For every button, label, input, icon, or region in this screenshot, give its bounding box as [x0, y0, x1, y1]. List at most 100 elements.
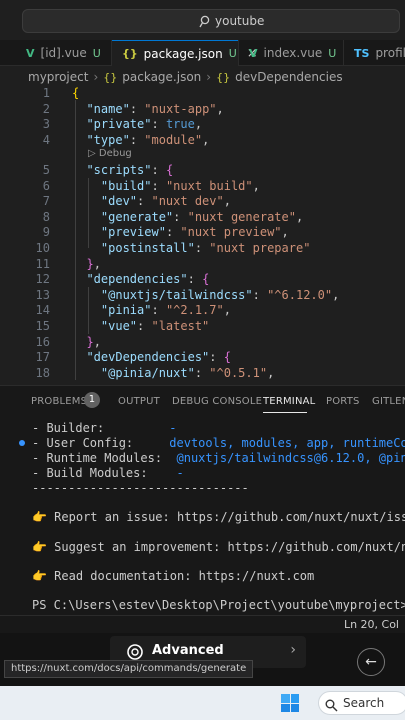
- line-number: 6: [42, 178, 50, 193]
- terminal-value: devtools, modules, app, runtimeConfig, c…: [169, 436, 405, 450]
- json-value: "^0.5.1": [209, 365, 268, 380]
- line-number: 9: [42, 225, 50, 240]
- tab-problems[interactable]: PROBLEMS: [31, 396, 87, 407]
- json-key: "build": [100, 178, 152, 193]
- json-key: "pinia": [100, 303, 152, 318]
- json-key: "scripts": [86, 163, 152, 177]
- taskbar-search[interactable]: Search: [318, 691, 405, 715]
- tab-ports[interactable]: PORTS: [326, 396, 360, 407]
- tab-profile[interactable]: TS profile.: [344, 40, 405, 66]
- chevron-right-icon: ›: [206, 70, 212, 84]
- terminal-value: -: [176, 466, 184, 480]
- command-center-text: youtube: [215, 14, 265, 28]
- line-number: 17: [35, 350, 50, 365]
- play-icon: ▷: [88, 148, 99, 159]
- taskbar-search-text: Search: [343, 696, 385, 710]
- json-value: "module": [144, 132, 203, 147]
- command-center-search[interactable]: youtube: [22, 9, 400, 33]
- tab-label: index.vue: [263, 46, 323, 60]
- json-value: "^6.12.0": [267, 287, 333, 302]
- vue-file-icon: V: [26, 46, 35, 60]
- line-number: 7: [42, 194, 50, 209]
- json-key: "devDependencies": [86, 350, 210, 365]
- json-key: "name": [86, 101, 130, 116]
- json-value: true: [165, 117, 195, 132]
- tab-label: profile.: [375, 46, 405, 60]
- link-url-tooltip: https://nuxt.com/docs/api/commands/gener…: [4, 660, 254, 678]
- json-value: "nuxt dev": [151, 194, 224, 209]
- debug-label: Debug: [98, 148, 132, 159]
- json-key: "private": [86, 117, 152, 132]
- terminal-divider: ------------------------------: [32, 481, 249, 495]
- terminal-label: - Runtime Modules:: [32, 451, 163, 465]
- terminal-report-line: 👉 Report an issue: https://github.com/nu…: [32, 510, 405, 524]
- terminal-command-marker[interactable]: [19, 440, 25, 446]
- terminal-docs-line: 👉 Read documentation: https://nuxt.com: [32, 569, 315, 583]
- json-file-icon: {}: [122, 47, 138, 60]
- tab-index-vue[interactable]: V index.vue U: [239, 40, 343, 66]
- json-key: "generate": [100, 209, 174, 224]
- json-value: "latest": [151, 319, 210, 333]
- line-number: 15: [35, 319, 50, 333]
- json-file-icon: {}: [103, 70, 118, 84]
- line-number: 11: [35, 256, 50, 271]
- cursor-position[interactable]: Ln 20, Col: [344, 618, 399, 631]
- panel-tab-bar: PROBLEMS 1 OUTPUT DEBUG CONSOLE TERMINAL…: [0, 385, 405, 415]
- json-value: "nuxt prepare": [209, 241, 311, 255]
- json-value: "nuxt preview": [180, 225, 282, 240]
- vue-file-icon: V: [249, 46, 258, 60]
- json-key: "vue": [100, 319, 138, 333]
- untracked-badge: U: [92, 46, 101, 60]
- json-value: "nuxt build": [165, 178, 253, 193]
- tab-debug-console[interactable]: DEBUG CONSOLE: [172, 396, 262, 407]
- object-symbol-icon: {}: [216, 70, 231, 84]
- json-value: "^2.1.7": [165, 303, 224, 318]
- line-number: 8: [42, 209, 50, 224]
- title-bar: youtube: [0, 0, 405, 40]
- windows-start-icon[interactable]: [281, 694, 299, 712]
- tab-package-json[interactable]: {} package.json U ×: [112, 40, 258, 66]
- windows-taskbar: Search: [0, 686, 405, 720]
- line-number: 18: [35, 365, 50, 380]
- line-number: 12: [35, 272, 50, 287]
- terminal-label: - Build Modules:: [32, 466, 148, 480]
- editor-tab-bar: V [id].vue U {} package.json U × V index…: [0, 40, 405, 66]
- breadcrumb-folder[interactable]: myproject: [28, 70, 88, 84]
- tab-id-vue[interactable]: V [id].vue U: [16, 40, 111, 66]
- debug-codelens[interactable]: ▷ Debug: [88, 148, 132, 159]
- terminal[interactable]: - Builder: - - User Config: devtools, mo…: [0, 415, 405, 615]
- breadcrumb-file[interactable]: package.json: [122, 70, 201, 84]
- tab-output[interactable]: OUTPUT: [118, 396, 160, 407]
- typescript-file-icon: TS: [354, 46, 370, 60]
- tab-label: [id].vue: [40, 46, 87, 60]
- untracked-badge: U: [328, 46, 337, 60]
- line-number: 13: [35, 287, 50, 302]
- terminal-suggest-line: 👉 Suggest an improvement: https://github…: [32, 540, 405, 554]
- search-icon: [325, 697, 338, 716]
- arrow-left-icon: ←: [365, 654, 377, 670]
- line-number: 14: [35, 303, 50, 318]
- back-button[interactable]: ←: [357, 648, 385, 676]
- terminal-prompt: PS C:\Users\estev\Desktop\Project\youtub…: [32, 598, 405, 612]
- line-number: 4: [42, 132, 50, 147]
- terminal-value: -: [169, 421, 177, 435]
- json-key: "dependencies": [86, 272, 188, 287]
- chevron-right-icon: ›: [93, 70, 99, 84]
- advanced-label: Advanced: [152, 643, 224, 658]
- status-bar: Ln 20, Col: [0, 615, 405, 633]
- problems-count-badge: 1: [84, 392, 100, 408]
- breadcrumb: myproject › {} package.json › {} devDepe…: [0, 67, 405, 87]
- tab-terminal[interactable]: TERMINAL: [263, 396, 315, 407]
- chevron-right-icon: ›: [290, 642, 296, 658]
- line-number: 10: [35, 241, 50, 255]
- terminal-label: - Builder:: [32, 421, 105, 435]
- json-key: "postinstall": [100, 241, 195, 255]
- breadcrumb-symbol[interactable]: devDependencies: [235, 70, 343, 84]
- code-editor[interactable]: 1{ 2 "name": "nuxt-app", 3 "private": tr…: [0, 86, 405, 384]
- active-tab-indicator: [263, 412, 307, 413]
- search-icon: [199, 14, 211, 33]
- tab-gitlens[interactable]: GITLENS: [372, 396, 405, 407]
- json-key: "type": [86, 132, 130, 147]
- line-number: 2: [42, 101, 50, 116]
- line-number: 5: [42, 163, 50, 177]
